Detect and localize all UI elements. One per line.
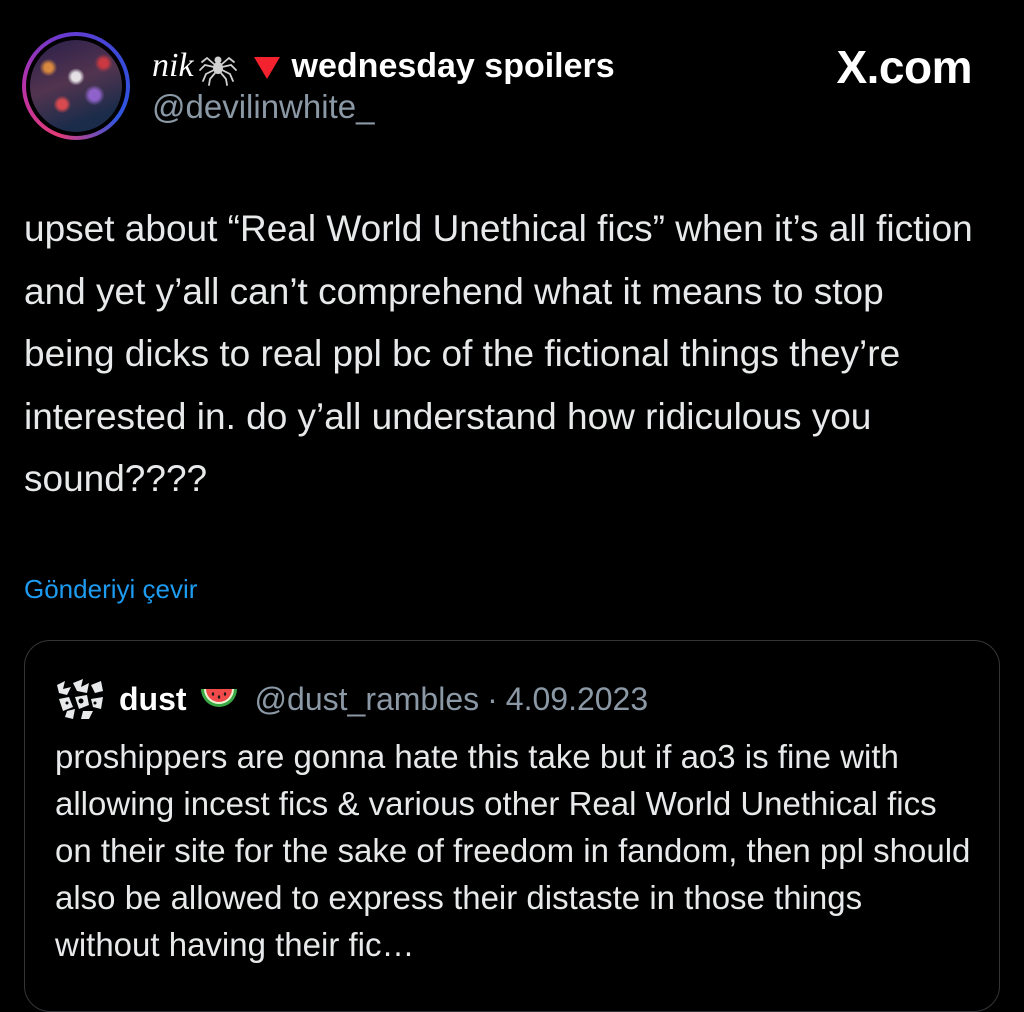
quote-author-name: dust bbox=[119, 680, 187, 717]
tweet-screenshot: nik wednesday spoilers @devilinwhite_ X.… bbox=[0, 0, 1024, 1012]
author-avatar[interactable] bbox=[22, 32, 130, 140]
author-name-bold: wednesday spoilers bbox=[291, 46, 615, 85]
quote-separator: · bbox=[487, 680, 498, 717]
tweet-text: upset about “Real World Unethical fics” … bbox=[24, 208, 973, 499]
avatar-ring-gap bbox=[26, 36, 126, 136]
watermelon-icon bbox=[199, 681, 239, 717]
quote-author-handle: @dust_rambles bbox=[254, 680, 480, 717]
red-triangle-icon bbox=[252, 51, 282, 81]
quote-avatar[interactable] bbox=[53, 677, 107, 721]
author-name-row[interactable]: nik wednesday spoilers bbox=[152, 44, 615, 88]
quote-date: 4.09.2023 bbox=[505, 680, 649, 717]
brand-label: X.com bbox=[836, 41, 972, 93]
translate-link[interactable]: Gönderiyi çevir bbox=[24, 574, 197, 605]
quoted-tweet-card[interactable]: dust @dust_rambles · 4.09.2023 proshippe… bbox=[24, 640, 1000, 1012]
spider-icon bbox=[198, 46, 238, 86]
author-handle[interactable]: @devilinwhite_ bbox=[152, 88, 374, 126]
quoted-tweet-header: dust @dust_rambles · 4.09.2023 bbox=[53, 677, 648, 721]
quoted-tweet-text: proshippers are gonna hate this take but… bbox=[55, 738, 971, 963]
author-name-italic: nik bbox=[152, 47, 194, 84]
avatar-photo bbox=[30, 40, 122, 132]
